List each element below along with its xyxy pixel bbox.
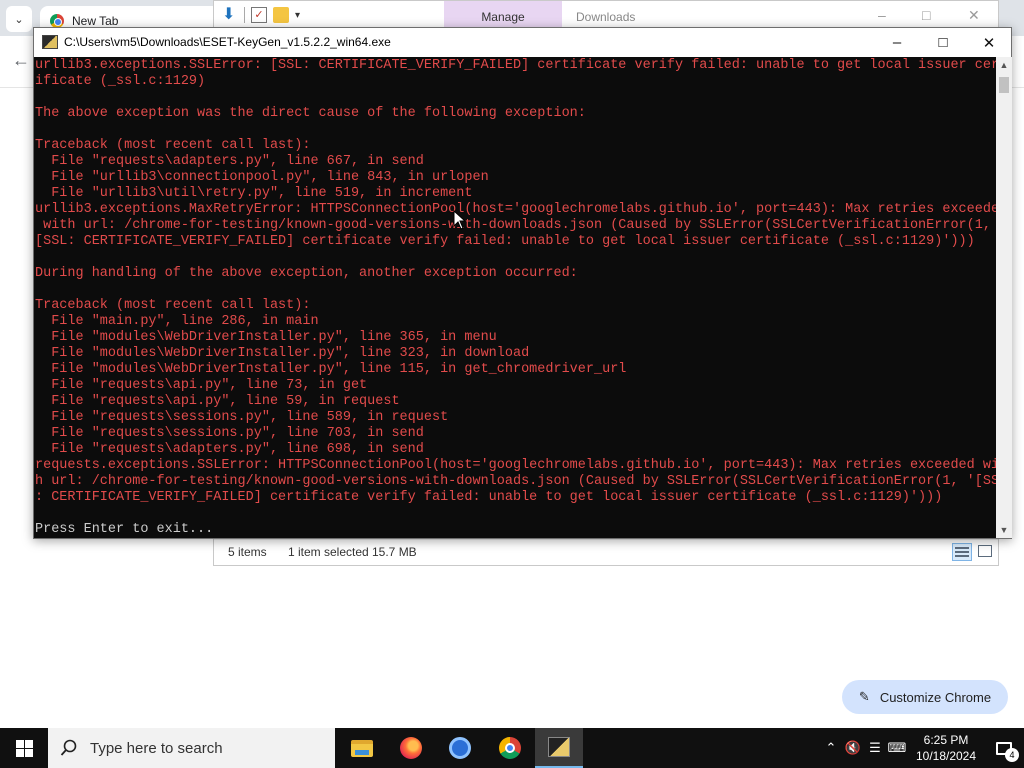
customize-toolbar-dropdown-icon[interactable]: ▾	[295, 10, 300, 21]
taskbar-clock[interactable]: 6:25 PM 10/18/2024	[908, 732, 984, 764]
download-arrow-icon[interactable]: ⬇	[222, 7, 238, 23]
toolbar-divider	[244, 7, 245, 23]
console-line: File "requests\adapters.py", line 667, i…	[35, 154, 424, 169]
console-line: File "modules\WebDriverInstaller.py", li…	[35, 330, 497, 345]
console-line: During handling of the above exception, …	[35, 266, 578, 281]
console-text: urllib3.exceptions.SSLError: [SSL: CERTI…	[35, 58, 996, 538]
maximize-icon[interactable]: □	[922, 7, 930, 23]
tab-title: New Tab	[72, 14, 119, 28]
browser-icon	[449, 737, 471, 759]
status-selection-size: 15.7 MB	[372, 545, 417, 559]
large-icons-view-icon[interactable]	[978, 545, 992, 557]
volume-muted-icon[interactable]: 🔇	[842, 740, 864, 756]
console-output[interactable]: urllib3.exceptions.SSLError: [SSL: CERTI…	[34, 57, 996, 538]
console-line: The above exception was the direct cause…	[35, 106, 586, 121]
customize-chrome-button[interactable]: ✎ Customize Chrome	[842, 680, 1008, 714]
clock-date: 10/18/2024	[915, 749, 977, 763]
status-selection: 1 item selected	[288, 545, 369, 559]
start-button[interactable]	[0, 728, 48, 768]
taskbar-chrome[interactable]	[486, 728, 534, 768]
status-item-count: 5 items	[228, 545, 267, 559]
taskbar-keygen[interactable]	[535, 728, 583, 768]
scroll-down-arrow-icon[interactable]: ▼	[996, 522, 1012, 538]
minimize-icon[interactable]: –	[878, 7, 886, 23]
scrollbar-thumb[interactable]	[999, 77, 1009, 93]
maximize-button[interactable]: □	[920, 28, 966, 57]
console-window: C:\Users\vm5\Downloads\ESET-KeyGen_v1.5.…	[33, 27, 1012, 539]
chevron-down-icon: ⌄	[14, 13, 24, 26]
console-line: [SSL: CERTIFICATE_VERIFY_FAILED] certifi…	[35, 234, 975, 249]
properties-icon[interactable]: ✓	[251, 7, 267, 23]
chrome-favicon-icon	[50, 14, 64, 28]
explorer-status-bar: 5 items 1 item selected 15.7 MB	[214, 539, 998, 565]
action-center-button[interactable]: 4	[984, 728, 1024, 768]
console-line: File "requests\sessions.py", line 703, i…	[35, 426, 424, 441]
new-folder-icon[interactable]	[273, 7, 289, 23]
console-line: with url: /chrome-for-testing/known-good…	[35, 218, 996, 233]
console-line: File "modules\WebDriverInstaller.py", li…	[35, 362, 627, 377]
network-icon[interactable]: ☰	[864, 740, 886, 756]
console-line: Traceback (most recent call last):	[35, 138, 311, 153]
console-titlebar[interactable]: C:\Users\vm5\Downloads\ESET-KeyGen_v1.5.…	[34, 28, 1011, 57]
console-line: File "requests\api.py", line 73, in get	[35, 378, 368, 393]
close-button[interactable]: ✕	[966, 28, 1012, 57]
notification-count-badge: 4	[1005, 748, 1019, 762]
console-line: h url: /chrome-for-testing/known-good-ve…	[35, 474, 996, 489]
console-line: : CERTIFICATE_VERIFY_FAILED] certificate…	[35, 490, 943, 505]
keygen-app-icon	[548, 737, 570, 757]
close-icon[interactable]: ✕	[968, 7, 980, 24]
pencil-icon: ✎	[858, 689, 870, 704]
console-line: File "modules\WebDriverInstaller.py", li…	[35, 346, 530, 361]
taskbar-search-box[interactable]: Type here to search	[48, 728, 335, 768]
windows-logo-icon	[15, 739, 33, 757]
quick-access-toolbar: ⬇ ✓ ▾	[222, 7, 300, 23]
details-view-icon[interactable]	[952, 543, 972, 561]
console-line: ificate (_ssl.c:1129)	[35, 74, 206, 89]
keygen-app-icon	[42, 35, 58, 49]
search-icon	[60, 739, 77, 756]
console-line: File "urllib3\util\retry.py", line 519, …	[35, 186, 473, 201]
console-line: urllib3.exceptions.SSLError: [SSL: CERTI…	[35, 58, 996, 73]
taskbar: Type here to search ⌃ 🔇 ☰ ⌨ 6:25 PM 10/1…	[0, 728, 1024, 768]
console-line: File "requests\api.py", line 59, in requ…	[35, 394, 400, 409]
console-line: Traceback (most recent call last):	[35, 298, 311, 313]
firefox-icon	[400, 737, 422, 759]
input-indicator-icon[interactable]: ⌨	[886, 740, 908, 756]
taskbar-browser[interactable]	[436, 728, 484, 768]
system-tray: ⌃ 🔇 ☰ ⌨ 6:25 PM 10/18/2024 4	[820, 728, 1024, 768]
chrome-icon	[499, 737, 521, 759]
console-line: File "requests\adapters.py", line 698, i…	[35, 442, 424, 457]
taskbar-firefox[interactable]	[387, 728, 435, 768]
console-line: File "requests\sessions.py", line 589, i…	[35, 410, 449, 425]
file-explorer-icon	[351, 739, 373, 757]
console-scrollbar[interactable]: ▲ ▼	[996, 57, 1012, 538]
chevron-up-icon[interactable]: ⌃	[820, 740, 842, 756]
scroll-up-arrow-icon[interactable]: ▲	[996, 57, 1012, 73]
console-window-title: C:\Users\vm5\Downloads\ESET-KeyGen_v1.5.…	[64, 35, 391, 49]
tab-search-button[interactable]: ⌄	[6, 6, 32, 32]
mouse-pointer-icon	[453, 210, 467, 230]
customize-chrome-label: Customize Chrome	[879, 689, 992, 705]
console-line: urllib3.exceptions.MaxRetryError: HTTPSC…	[35, 202, 996, 217]
console-line: requests.exceptions.SSLError: HTTPSConne…	[35, 458, 996, 473]
back-arrow-icon[interactable]: ←	[12, 50, 30, 71]
minimize-button[interactable]: –	[874, 28, 920, 57]
console-exit-prompt: Press Enter to exit...	[35, 522, 214, 537]
console-line: File "main.py", line 286, in main	[35, 314, 319, 329]
console-line: File "urllib3\connectionpool.py", line 8…	[35, 170, 489, 185]
search-placeholder: Type here to search	[90, 739, 223, 757]
taskbar-file-explorer[interactable]	[338, 728, 386, 768]
clock-time: 6:25 PM	[923, 733, 969, 747]
